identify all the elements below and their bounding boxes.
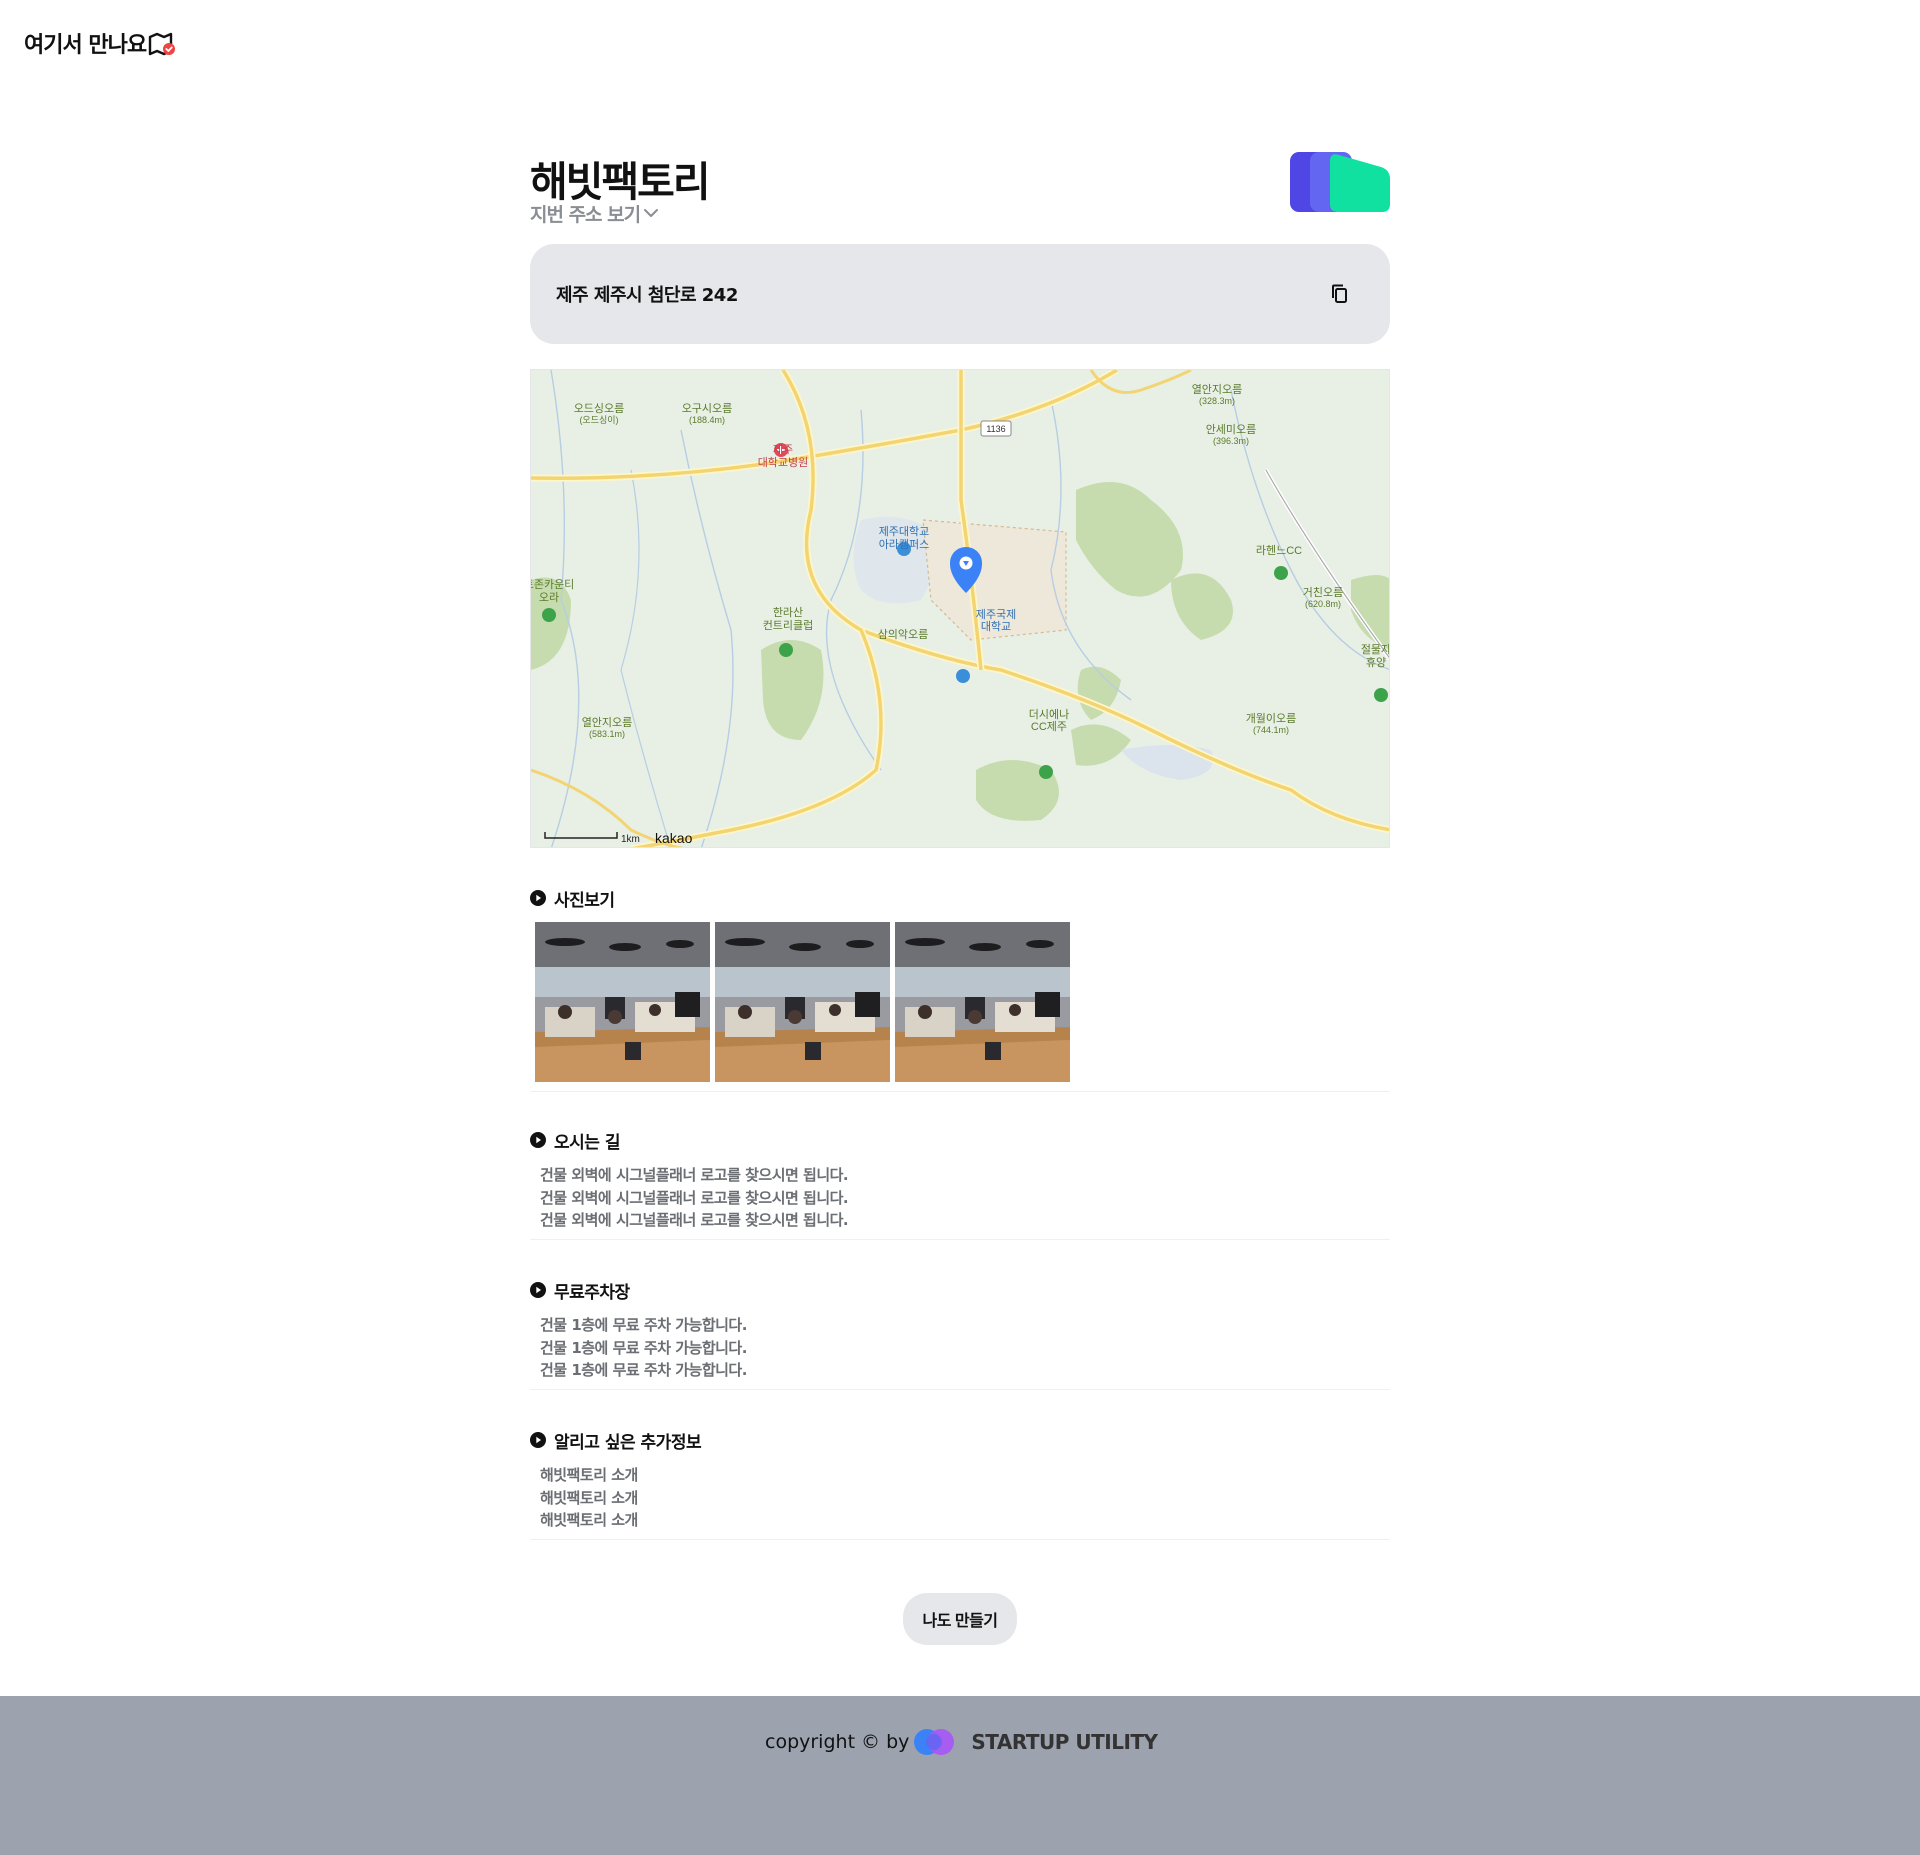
extra-info-line: 해빗팩토리 소개 [540, 1466, 638, 1484]
parking-line: 건물 1층에 무료 주차 가능합니다. [540, 1338, 747, 1357]
map-label: 제주대학교 [879, 525, 930, 538]
place-header: 해빗팩토리 지번 주소 보기 [530, 140, 1390, 240]
map-label: (583.1m) [589, 729, 625, 739]
map-label: 절물자 [1361, 643, 1390, 656]
office-photo-thumbnail[interactable] [895, 922, 1070, 1082]
site-logo[interactable]: 여기서 만나요 [24, 28, 176, 58]
map-label: 열안지오름 [1192, 383, 1243, 396]
directions-section: 오시는 길 건물 외벽에 시그널플래너 로고를 찾으시면 됩니다. 건물 외벽에… [530, 1128, 1390, 1240]
map-label: 1136 [986, 424, 1005, 434]
jibun-address-label: 지번 주소 보기 [530, 204, 641, 226]
location-map[interactable]: 오드싱오름 (오드싱이) 오구시오름 (188.4m) 열안지오름 (328.3m) 안세미… [530, 369, 1390, 848]
kakao-map-logo: kakao [655, 830, 693, 846]
map-label: 오라 [539, 591, 559, 604]
map-label: 열안지오름 [582, 716, 633, 729]
directions-line: 건물 외벽에 시그널플래너 로고를 찾으시면 됩니다. [540, 1188, 849, 1207]
directions-line: 건물 외벽에 시그널플래너 로고를 찾으시면 됩니다. [540, 1166, 849, 1184]
parking-title: 무료주차장 [554, 1282, 630, 1303]
startup-utility-logo-icon [911, 1725, 959, 1759]
play-circle-icon [530, 1132, 546, 1148]
parking-line: 건물 1층에 무료 주차 가능합니다. [540, 1316, 747, 1334]
map-label: 오드싱오름 [574, 402, 625, 415]
map-label: 거친오름 [1303, 586, 1343, 599]
extra-info-line: 해빗팩토리 소개 [540, 1511, 638, 1529]
map-label: 안세미오름 [1206, 423, 1257, 436]
extra-info-line: 해빗팩토리 소개 [540, 1488, 638, 1507]
parking-line: 건물 1층에 무료 주차 가능합니다. [540, 1361, 747, 1379]
brand-cards-logo [1290, 152, 1390, 214]
copyright-text: copyright © by [765, 1731, 910, 1753]
extra-info-section: 알리고 싶은 추가정보 해빗팩토리 소개 해빗팩토리 소개 해빗팩토리 소개 [530, 1428, 1390, 1540]
footer: copyright © by STARTUP UTILITY [0, 1696, 1920, 1855]
map-check-icon [148, 30, 176, 56]
map-label: 아라캠퍼스 [879, 538, 930, 551]
address-box: 제주 제주시 첨단로 242 [530, 244, 1390, 344]
map-label: (744.1m) [1253, 725, 1289, 735]
map-label: 삼의악오름 [878, 628, 929, 641]
map-label: (620.8m) [1305, 599, 1341, 609]
map-label: 라헨느CC [1256, 544, 1302, 557]
map-label: (188.4m) [689, 415, 725, 425]
place-title: 해빗팩토리 [530, 158, 711, 206]
chevron-down-icon [643, 204, 659, 223]
logo-text: 여기서 만나요 [24, 33, 147, 58]
directions-title: 오시는 길 [554, 1132, 620, 1153]
map-label: 더시에나 [1029, 708, 1069, 721]
photos-title: 사진보기 [554, 890, 615, 911]
map-label: (328.3m) [1199, 396, 1235, 406]
play-circle-icon [530, 890, 546, 906]
map-label: 토존카운티 [531, 578, 574, 591]
parking-section: 무료주차장 건물 1층에 무료 주차 가능합니다. 건물 1층에 무료 주차 가… [530, 1278, 1390, 1390]
play-circle-icon [530, 1282, 546, 1298]
road-address: 제주 제주시 첨단로 242 [556, 285, 738, 306]
map-label: 컨트리클럽 [763, 618, 814, 632]
map-label: (396.3m) [1213, 436, 1249, 446]
map-label: 휴양 [1366, 656, 1386, 669]
copy-icon[interactable] [1328, 282, 1352, 306]
play-circle-icon [530, 1432, 546, 1448]
map-label: 대학교 [981, 620, 1011, 633]
map-label: 제주 [773, 443, 793, 456]
map-label: 대학교병원 [758, 456, 809, 469]
extra-info-title: 알리고 싶은 추가정보 [554, 1432, 702, 1453]
make-my-own-button[interactable]: 나도 만들기 [903, 1593, 1017, 1645]
directions-line: 건물 외벽에 시그널플래너 로고를 찾으시면 됩니다. [540, 1211, 849, 1229]
map-label: 개월이오름 [1246, 712, 1297, 725]
photos-section: 사진보기 [530, 886, 1390, 1092]
map-label: (오드싱이) [579, 415, 618, 425]
startup-utility-brand[interactable]: STARTUP UTILITY [971, 1730, 1158, 1754]
office-photo-thumbnail[interactable] [535, 922, 710, 1082]
place-detail: 해빗팩토리 지번 주소 보기 제주 제주시 첨단로 242 오드싱오름 (오드싱… [530, 140, 1390, 1540]
map-label: 제주국제 [976, 608, 1016, 621]
map-scale-label: 1km [621, 834, 640, 845]
office-photo-thumbnail[interactable] [715, 922, 890, 1082]
jibun-address-toggle[interactable]: 지번 주소 보기 [530, 200, 659, 227]
map-label: 한라산 [773, 606, 803, 619]
map-label: CC제주 [1031, 720, 1067, 733]
map-label: 오구시오름 [682, 402, 733, 415]
